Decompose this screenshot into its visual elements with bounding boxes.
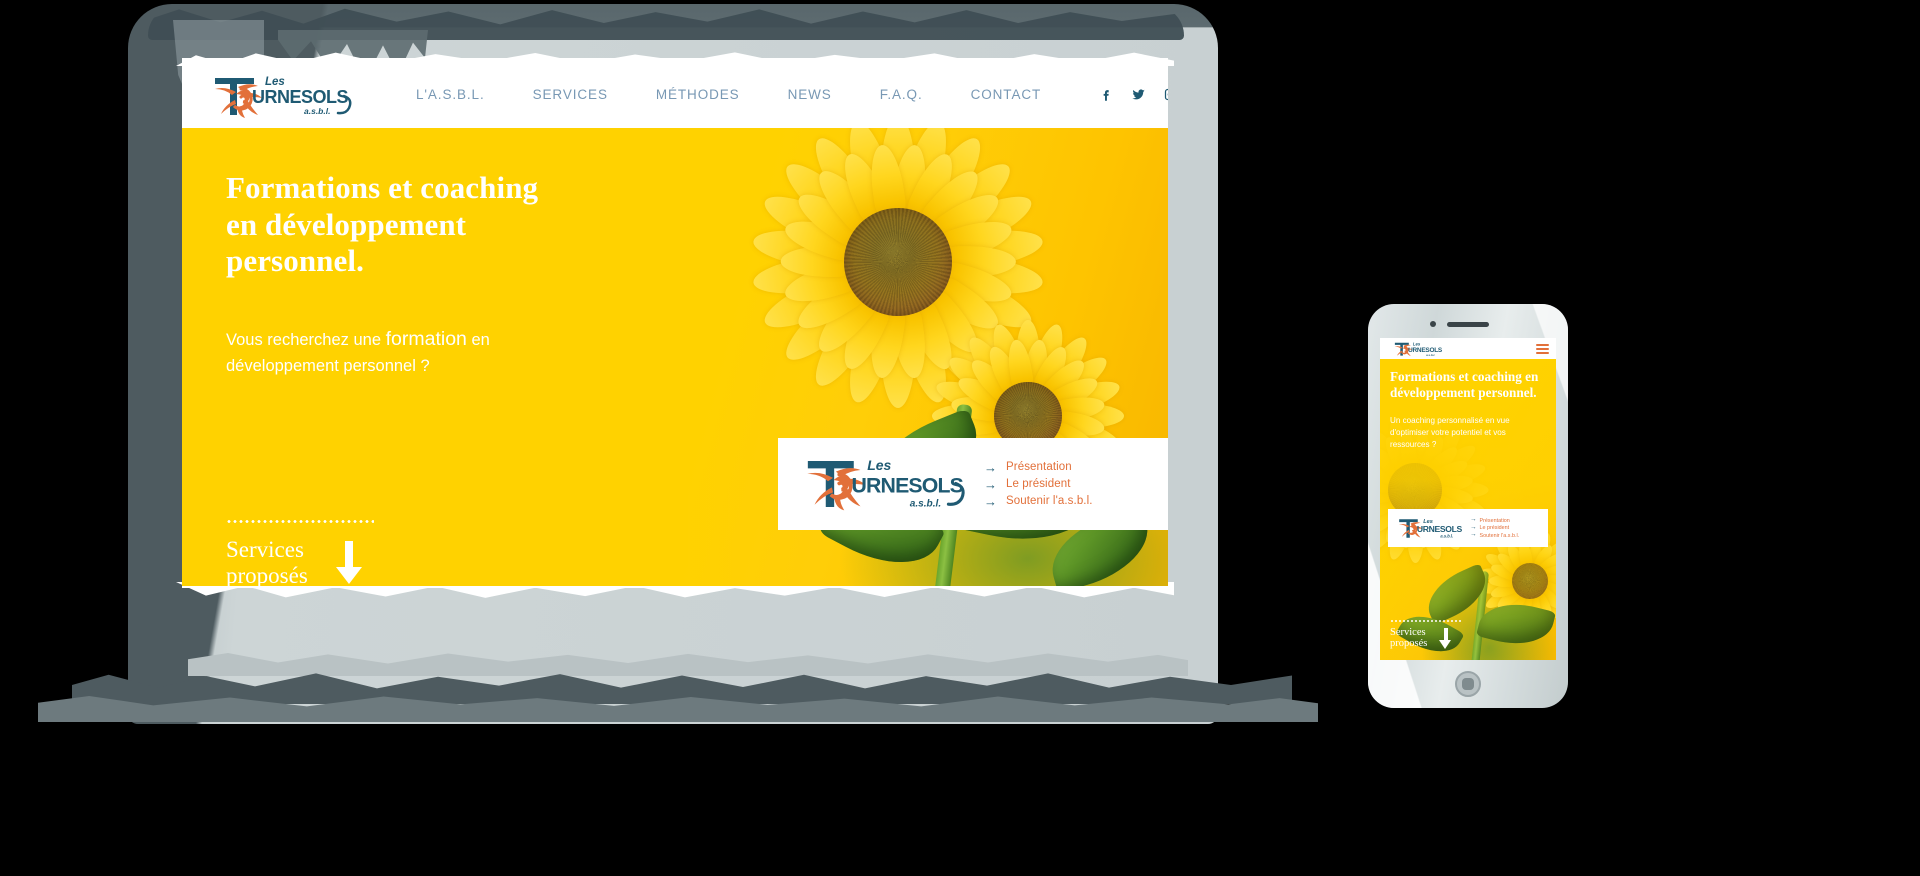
hero-heading: Formations et coaching en développement … — [226, 170, 539, 279]
mobile-dotted-divider — [1390, 619, 1462, 622]
arrow-right-icon: → — [984, 476, 997, 492]
card-logo-tournesols-icon[interactable]: Les URNESOLS a.s.b.l. — [800, 453, 968, 515]
hero-sub-emphasis: formation — [385, 327, 467, 350]
svg-text:a.s.b.l.: a.s.b.l. — [910, 498, 941, 509]
arrow-right-icon: → — [1470, 531, 1477, 539]
svg-text:URNESOLS: URNESOLS — [1417, 523, 1463, 533]
info-card: Les URNESOLS a.s.b.l. → Présentation → L… — [778, 438, 1168, 530]
nav-item-methodes[interactable]: MÉTHODES — [632, 87, 764, 102]
phone-speaker — [1447, 322, 1489, 327]
cta-line-2: proposés — [226, 562, 308, 586]
down-arrow-icon[interactable] — [335, 540, 362, 585]
mobile-cta-line-2: proposés — [1390, 638, 1428, 650]
arrow-right-icon: → — [984, 459, 997, 475]
main-navigation: L'A.S.B.L. SERVICES MÉTHODES NEWS F.A.Q.… — [392, 87, 1065, 102]
card-link-soutenir[interactable]: → Soutenir l'a.s.b.l. — [984, 495, 1093, 508]
site-header: Les URNESOLS a.s.b.l. L'A.S.B.L. SERVICE… — [182, 60, 1168, 128]
mobile-header: Les URNESOLS a.s.b.l. — [1380, 338, 1556, 359]
mobile-hero-subheading: Un coaching personnalisé en vue d'optimi… — [1390, 416, 1510, 449]
mobile-info-card: Les URNESOLS a.s.b.l. → Présentation → L… — [1388, 509, 1548, 547]
mobile-cta[interactable]: Services proposés — [1390, 619, 1462, 650]
laptop-mockup: Les URNESOLS a.s.b.l. L'A.S.B.L. SERVICE… — [38, 4, 1318, 724]
nav-item-services[interactable]: SERVICES — [509, 87, 632, 102]
card-link-presentation[interactable]: → Présentation — [984, 461, 1093, 474]
nav-item-news[interactable]: NEWS — [764, 87, 856, 102]
mobile-card-link-list: → Présentation → Le président → Soutenir… — [1470, 517, 1519, 539]
mobile-cta-line-1: Services — [1390, 626, 1426, 638]
hero-copy: Formations et coaching en développement … — [226, 170, 556, 380]
svg-text:Les: Les — [1413, 341, 1421, 346]
svg-text:URNESOLS: URNESOLS — [852, 473, 964, 497]
hamburger-menu-icon[interactable] — [1536, 343, 1549, 354]
nav-item-asbl[interactable]: L'A.S.B.L. — [392, 87, 509, 102]
arrow-right-icon: → — [984, 493, 997, 509]
twitter-icon[interactable] — [1131, 87, 1146, 102]
svg-text:URNESOLS: URNESOLS — [252, 87, 349, 107]
mobile-card-link-president[interactable]: → Le président — [1470, 524, 1519, 532]
mobile-hero: Formations et coaching en développement … — [1380, 359, 1556, 660]
cta-row: Services proposés — [226, 537, 374, 586]
cta-line-1: Services — [226, 537, 304, 562]
mobile-card-logo-icon[interactable]: Les URNESOLS a.s.b.l. — [1396, 515, 1464, 542]
svg-text:a.s.b.l.: a.s.b.l. — [304, 106, 330, 116]
site-logo[interactable]: Les URNESOLS a.s.b.l. — [206, 70, 356, 118]
cta-label: Services proposés — [226, 537, 308, 586]
mobile-down-arrow-icon[interactable] — [1439, 627, 1452, 649]
mobile-card-link-presentation[interactable]: → Présentation — [1470, 517, 1519, 524]
mobile-card-link-soutenir[interactable]: → Soutenir l'a.s.b.l. — [1470, 532, 1519, 539]
hero-sub-lead: Vous recherchez une — [226, 330, 386, 349]
mobile-card-link-label: Le président — [1479, 525, 1510, 531]
mobile-logo-icon[interactable]: Les URNESOLS a.s.b.l. — [1387, 340, 1449, 357]
svg-text:Les: Les — [867, 457, 891, 473]
phone-mockup: Les URNESOLS a.s.b.l. Formations et coac… — [1368, 304, 1568, 708]
card-link-label: Le président — [1006, 478, 1071, 490]
laptop-base-upper — [188, 652, 1188, 676]
photo-gradient-overlay — [628, 128, 748, 586]
dotted-divider — [226, 520, 374, 523]
svg-text:URNESOLS: URNESOLS — [1408, 347, 1443, 354]
mobile-cta-row: Services proposés — [1390, 627, 1462, 650]
mobile-card-link-label: Soutenir l'a.s.b.l. — [1479, 532, 1520, 539]
nav-item-faq[interactable]: F.A.Q. — [856, 87, 947, 102]
card-link-label: Présentation — [1006, 461, 1072, 473]
facebook-icon[interactable] — [1099, 87, 1114, 102]
arrow-right-icon: → — [1470, 516, 1477, 524]
hero-section: Formations et coaching en développement … — [182, 128, 1168, 586]
svg-text:a.s.b.l.: a.s.b.l. — [1440, 533, 1453, 538]
card-link-list: → Présentation → Le président → Soutenir… — [984, 461, 1093, 508]
laptop-base — [38, 652, 1318, 722]
card-link-president[interactable]: → Le président — [984, 478, 1093, 491]
svg-text:a.s.b.l.: a.s.b.l. — [1426, 353, 1435, 357]
logo-tournesols-icon: Les URNESOLS a.s.b.l. — [215, 76, 352, 118]
social-links — [1099, 87, 1168, 102]
phone-home-button[interactable] — [1455, 671, 1481, 697]
instagram-icon[interactable] — [1163, 87, 1168, 102]
nav-item-contact[interactable]: CONTACT — [947, 87, 1066, 102]
mockup-scene: Les URNESOLS a.s.b.l. L'A.S.B.L. SERVICE… — [0, 0, 1920, 876]
svg-text:Les: Les — [265, 76, 285, 88]
hero-cta[interactable]: Services proposés — [226, 520, 374, 586]
mobile-card-link-label: Présentation — [1479, 517, 1510, 524]
mobile-hero-copy: Formations et coaching en développement … — [1390, 369, 1540, 450]
hero-subheading: Vous recherchez une formation en dévelop… — [226, 324, 556, 380]
website-viewport: Les URNESOLS a.s.b.l. L'A.S.B.L. SERVICE… — [182, 60, 1168, 586]
mobile-hero-heading: Formations et coaching en développement … — [1390, 369, 1539, 401]
mobile-cta-label: Services proposés — [1390, 627, 1427, 650]
phone-camera — [1430, 321, 1436, 327]
phone-screen: Les URNESOLS a.s.b.l. Formations et coac… — [1380, 338, 1556, 660]
card-link-label: Soutenir l'a.s.b.l. — [1006, 495, 1093, 507]
